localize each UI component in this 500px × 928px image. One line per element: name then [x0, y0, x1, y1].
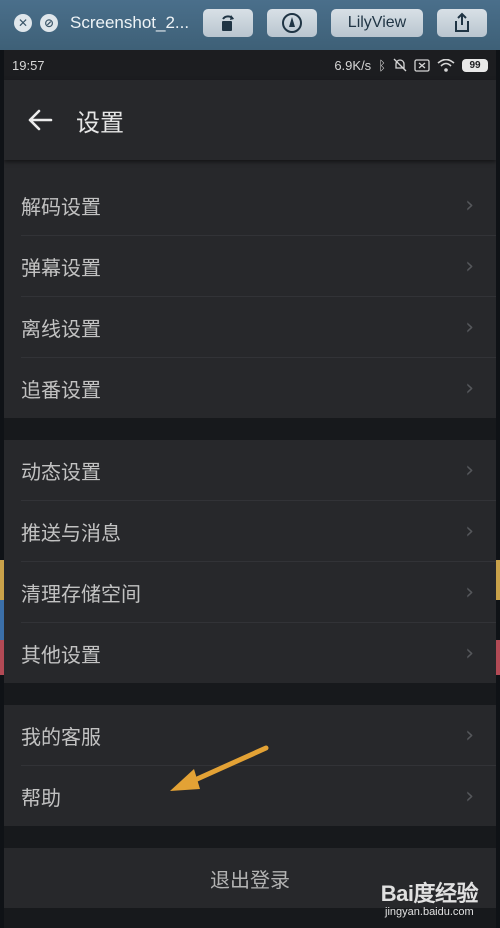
settings-group-1: 解码设置 › 弹幕设置 › 离线设置 › 追番设置 ›	[4, 175, 496, 418]
frame-edge	[496, 560, 500, 600]
chevron-right-icon: ›	[465, 457, 474, 483]
settings-item-storage[interactable]: 清理存储空间 ›	[21, 562, 496, 623]
item-label: 其他设置	[21, 642, 101, 667]
chevron-right-icon: ›	[465, 253, 474, 279]
viewer-title: Screenshot_2...	[70, 13, 190, 32]
chevron-right-icon: ›	[465, 192, 474, 218]
share-icon	[455, 12, 469, 32]
annotation-arrow-icon	[170, 745, 269, 791]
item-label: 推送与消息	[21, 520, 121, 545]
viewer-toolbar: ✕ ⊘ Screenshot_2... LilyView	[0, 0, 500, 50]
item-label: 清理存储空间	[21, 581, 141, 606]
watermark-logo: Bai度经验	[380, 881, 479, 906]
lilyview-button[interactable]: LilyView	[331, 9, 423, 37]
wifi-icon	[437, 58, 455, 72]
status-bar: 19:57 6.9K/s ᛒ 99	[4, 50, 496, 80]
chevron-right-icon: ›	[465, 314, 474, 340]
item-label: 弹幕设置	[21, 255, 101, 280]
chevron-right-icon: ›	[465, 375, 474, 401]
chevron-right-icon: ›	[465, 783, 474, 809]
network-speed: 6.9K/s	[334, 57, 372, 73]
item-label: 动态设置	[21, 459, 101, 484]
rotate-button[interactable]	[203, 9, 253, 37]
bell-off-icon	[393, 58, 407, 72]
chevron-right-icon: ›	[465, 518, 474, 544]
watermark-url: jingyan.baidu.com	[385, 906, 474, 918]
chevron-right-icon: ›	[465, 722, 474, 748]
settings-item-bangumi[interactable]: 追番设置 ›	[21, 358, 496, 418]
bluetooth-icon: ᛒ	[378, 57, 386, 73]
rotate-icon	[222, 15, 234, 31]
sim-x-icon	[414, 58, 430, 72]
group-spacer	[4, 160, 496, 175]
item-label: 离线设置	[21, 316, 101, 341]
status-time: 19:57	[12, 57, 45, 73]
item-label: 帮助	[21, 785, 61, 810]
baidu-watermark: Bai度经验 jingyan.baidu.com	[380, 876, 479, 918]
item-label: 追番设置	[21, 377, 101, 402]
close-icon[interactable]: ✕	[14, 14, 32, 32]
item-label: 解码设置	[21, 194, 101, 219]
settings-item-decode[interactable]: 解码设置 ›	[21, 175, 496, 236]
frame-edge	[496, 640, 500, 675]
settings-item-offline[interactable]: 离线设置 ›	[21, 297, 496, 358]
share-button[interactable]	[437, 9, 487, 37]
item-label: 我的客服	[21, 724, 101, 749]
markup-button[interactable]	[267, 9, 317, 37]
chevron-right-icon: ›	[465, 640, 474, 666]
group-divider	[4, 418, 496, 440]
back-arrow-icon[interactable]	[4, 80, 76, 160]
chevron-right-icon: ›	[465, 579, 474, 605]
group-divider	[4, 683, 496, 705]
app-bar: 设置	[4, 80, 496, 160]
battery-icon: 99	[462, 58, 488, 72]
markup-icon	[282, 13, 302, 33]
settings-group-2: 动态设置 › 推送与消息 › 清理存储空间 › 其他设置 ›	[4, 440, 496, 683]
page-title: 设置	[76, 108, 124, 137]
settings-item-other[interactable]: 其他设置 ›	[21, 623, 496, 683]
group-divider	[4, 826, 496, 848]
settings-item-danmaku[interactable]: 弹幕设置 ›	[21, 236, 496, 297]
block-icon[interactable]: ⊘	[40, 14, 58, 32]
settings-item-push[interactable]: 推送与消息 ›	[21, 501, 496, 562]
settings-item-feed[interactable]: 动态设置 ›	[21, 440, 496, 501]
